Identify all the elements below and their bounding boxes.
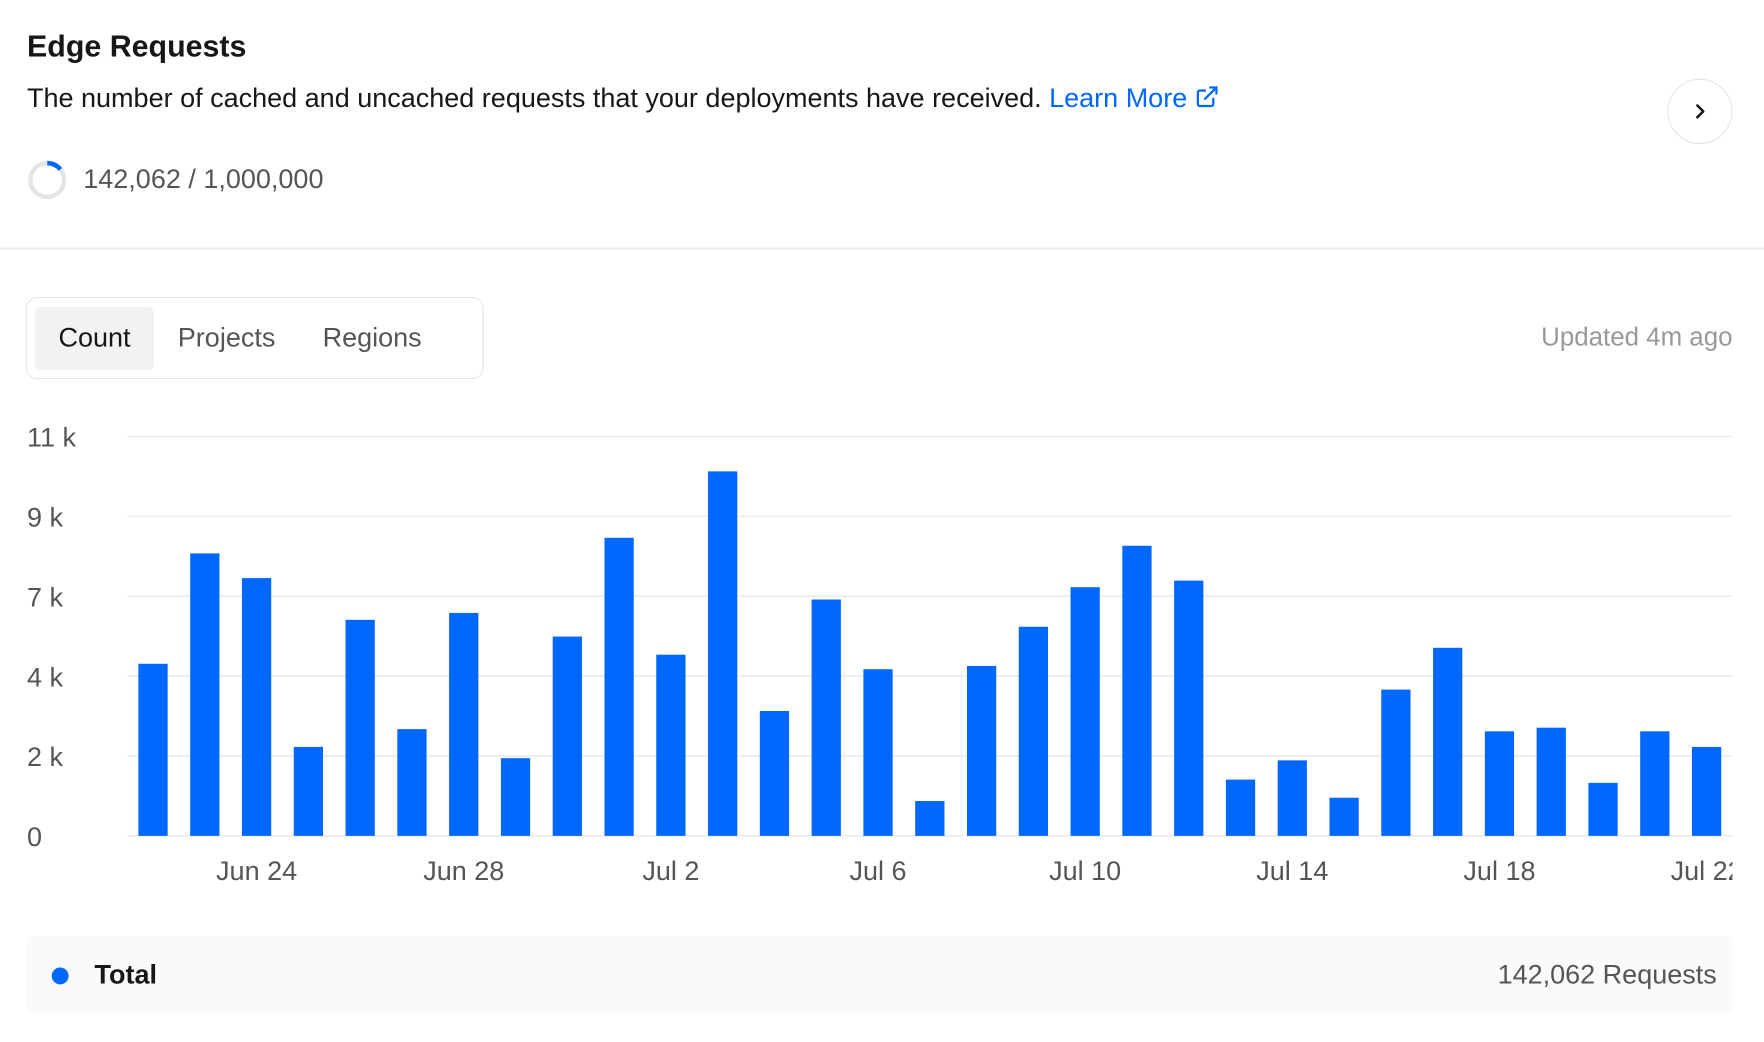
y-tick-label: 11 k bbox=[27, 423, 77, 453]
x-tick-label: Jul 10 bbox=[1049, 856, 1121, 886]
learn-more-link[interactable]: Learn More bbox=[1049, 83, 1219, 114]
x-tick-label: Jul 18 bbox=[1463, 856, 1535, 886]
bar bbox=[1433, 647, 1463, 836]
edge-requests-card: Edge Requests The number of cached and u… bbox=[0, 0, 1764, 1042]
bar bbox=[1536, 727, 1566, 836]
y-tick-label: 0 bbox=[27, 822, 42, 852]
bar bbox=[138, 663, 168, 836]
tab-projects[interactable]: Projects bbox=[154, 307, 299, 370]
y-tick-label: 4 k bbox=[27, 662, 64, 692]
card-description: The number of cached and uncached reques… bbox=[27, 83, 1219, 115]
bar bbox=[1484, 731, 1515, 836]
next-button[interactable] bbox=[1667, 78, 1733, 144]
bar bbox=[500, 758, 531, 836]
tab-regions[interactable]: Regions bbox=[299, 307, 445, 370]
bar bbox=[966, 665, 997, 836]
bar bbox=[708, 471, 738, 836]
y-tick-label: 2 k bbox=[27, 742, 64, 772]
bar bbox=[552, 636, 582, 836]
x-tick-label: Jul 6 bbox=[850, 856, 907, 886]
usage-text: 142,062 / 1,000,000 bbox=[83, 164, 324, 195]
y-tick-label: 7 k bbox=[27, 582, 64, 612]
bar bbox=[1277, 760, 1307, 836]
x-tick-label: Jul 14 bbox=[1256, 856, 1328, 886]
bar bbox=[397, 729, 427, 836]
view-tabs: Count Projects Regions bbox=[25, 297, 484, 380]
usage-summary: 142,062 / 1,000,000 bbox=[27, 160, 323, 201]
bar bbox=[1691, 746, 1722, 836]
updated-status: Updated 4m ago bbox=[1541, 321, 1733, 351]
x-tick-label: Jul 2 bbox=[642, 856, 699, 886]
bar bbox=[1174, 580, 1204, 836]
bar bbox=[1018, 626, 1049, 836]
x-tick-label: Jun 24 bbox=[216, 856, 297, 886]
bar bbox=[604, 537, 634, 836]
bar bbox=[345, 619, 375, 836]
bar bbox=[1225, 779, 1256, 836]
bar bbox=[293, 746, 324, 836]
bar bbox=[1329, 797, 1359, 836]
bar bbox=[656, 654, 686, 836]
y-tick-label: 9 k bbox=[27, 503, 64, 533]
bar bbox=[863, 669, 893, 836]
bar bbox=[1640, 731, 1670, 836]
bar bbox=[915, 801, 945, 836]
legend-value: 142,062 Requests bbox=[1497, 959, 1717, 990]
bar bbox=[190, 553, 220, 836]
chevron-right-icon bbox=[1696, 104, 1705, 119]
card-title: Edge Requests bbox=[27, 29, 247, 63]
bar bbox=[1381, 689, 1411, 836]
external-link-icon bbox=[1196, 86, 1218, 108]
description-text: The number of cached and uncached reques… bbox=[27, 83, 1042, 114]
chart-edge-mask bbox=[1732, 849, 1764, 895]
usage-progress-ring bbox=[28, 160, 67, 200]
bar bbox=[759, 710, 790, 836]
tab-count[interactable]: Count bbox=[34, 306, 155, 370]
bar bbox=[449, 612, 479, 836]
bar bbox=[241, 578, 272, 836]
learn-more-label: Learn More bbox=[1049, 83, 1188, 114]
x-tick-label: Jun 28 bbox=[423, 856, 504, 886]
x-tick-label: Jul 22 bbox=[1671, 856, 1743, 886]
bar bbox=[1588, 782, 1618, 836]
legend-name: Total bbox=[94, 959, 157, 990]
bar bbox=[1122, 545, 1152, 836]
bar bbox=[811, 599, 841, 836]
divider bbox=[0, 247, 1764, 250]
bar bbox=[1070, 587, 1100, 836]
chart-legend: Total 142,062 Requests bbox=[27, 936, 1733, 1015]
requests-bar-chart: 0 2 k 4 k 7 k 9 k 11 k Jun 24 Jun 28 Jul 2 Jul 6 J… bbox=[27, 423, 1764, 895]
legend-dot bbox=[51, 967, 69, 985]
